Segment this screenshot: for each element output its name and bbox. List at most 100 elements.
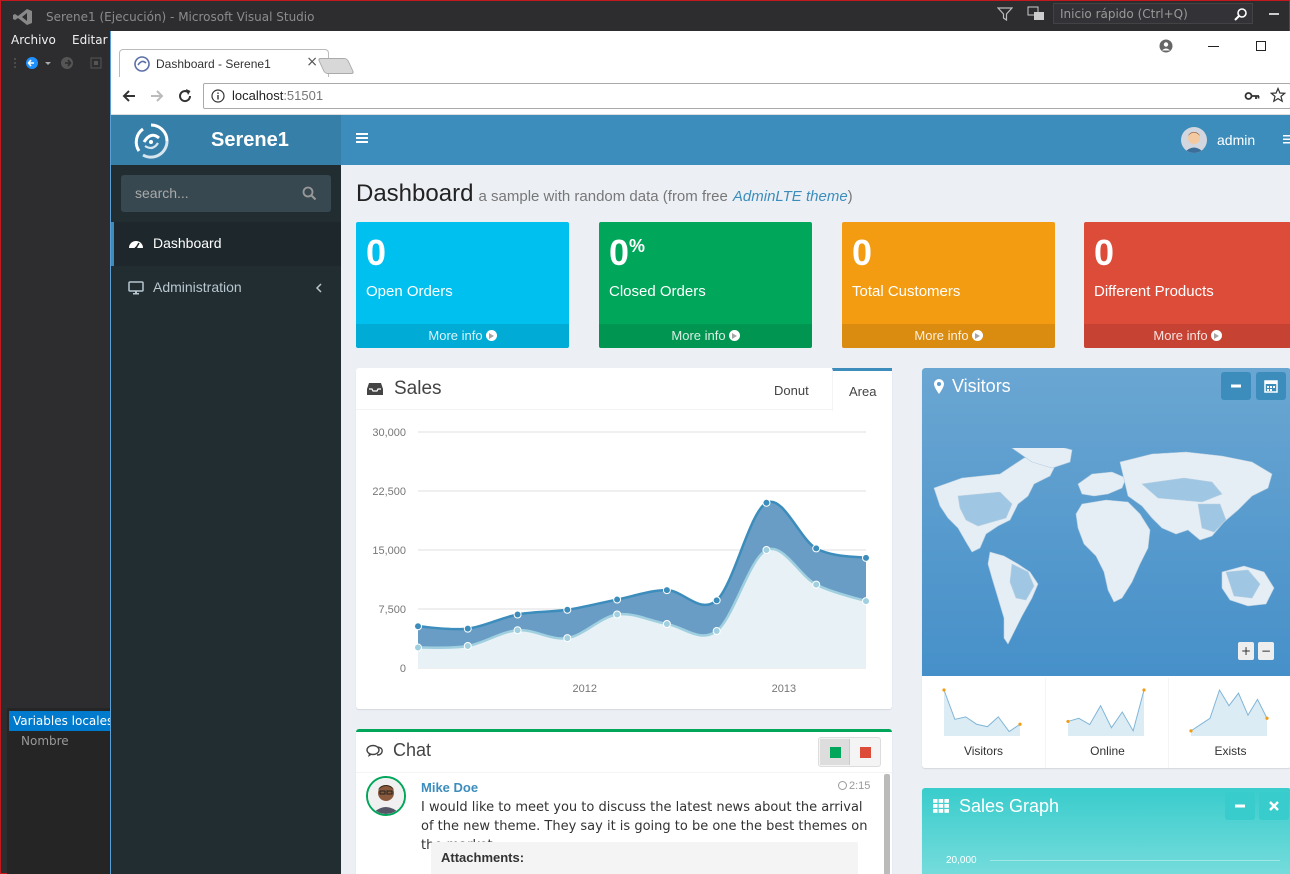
map-zoom-out-button[interactable]: −: [1258, 642, 1274, 660]
sparkline-end-point: [1018, 722, 1022, 726]
close-icon: [1269, 801, 1279, 811]
sparkline-start-point: [1066, 719, 1070, 724]
data-point: [563, 634, 572, 643]
site-info-icon[interactable]: [211, 89, 225, 103]
chat-status-toggle[interactable]: [818, 737, 881, 767]
sparkline-end-point: [1142, 688, 1146, 692]
vs-toolbar: [1, 52, 110, 74]
arrow-circle-right-icon: [728, 330, 740, 341]
page-subtitle: a sample with random data (from free: [478, 188, 728, 205]
back-arrow-icon[interactable]: [120, 87, 138, 105]
collapse-button[interactable]: [1221, 372, 1251, 400]
status-online-button[interactable]: [820, 739, 850, 765]
filter-icon[interactable]: [997, 6, 1013, 22]
chevron-down-icon[interactable]: [41, 56, 55, 70]
y-tick-label: 30,000: [372, 427, 406, 439]
app-header: Serene1 admin: [111, 115, 1290, 165]
remove-button[interactable]: [1259, 792, 1289, 820]
sidebar-item-administration[interactable]: Administration: [111, 266, 341, 310]
address-bar[interactable]: localhost:51501: [203, 83, 1290, 109]
sidebar-search-placeholder: search...: [135, 185, 189, 201]
arrow-circle-right-icon: [1210, 330, 1222, 341]
collapse-button[interactable]: [1225, 792, 1255, 820]
new-project-icon[interactable]: [89, 56, 103, 70]
stat-label: Closed Orders: [609, 283, 706, 300]
chat-scrollbar[interactable]: [884, 774, 890, 874]
visitors-box: Visitors + − Visitors Online Exists: [922, 368, 1290, 768]
sparkline-area: [944, 690, 1020, 736]
quick-launch-placeholder: Inicio rápido (Ctrl+Q): [1060, 7, 1188, 21]
profile-icon[interactable]: [1159, 39, 1173, 53]
adminlte-link[interactable]: AdminLTE theme: [733, 188, 848, 205]
bookmark-star-icon[interactable]: [1270, 87, 1286, 103]
dashboard-gauge-icon: [129, 241, 143, 250]
stat-label: Total Customers: [852, 283, 961, 300]
x-tick-label: 2013: [772, 683, 796, 695]
x-tick-label: 2012: [573, 683, 597, 695]
minus-icon: [1235, 804, 1245, 808]
navigate-back-icon[interactable]: [25, 56, 39, 70]
vs-menubar: Archivo Editar: [1, 31, 110, 51]
user-avatar-icon: [1181, 127, 1207, 153]
sales-area-chart: 0 7,500 15,000 22,500 30,000 2012 2013: [372, 427, 870, 695]
chat-author-link[interactable]: Mike Doe: [421, 780, 478, 795]
navigate-forward-icon[interactable]: [60, 56, 74, 70]
logo[interactable]: Serene1: [111, 115, 341, 165]
sidebar-item-dashboard[interactable]: Dashboard: [111, 222, 341, 266]
more-info-link[interactable]: More info: [356, 324, 569, 348]
stat-box-open-orders: 0 Open Orders More info: [356, 222, 569, 348]
vs-minimize-button[interactable]: [1269, 13, 1279, 15]
forward-arrow-icon[interactable]: [148, 87, 166, 105]
more-info-link[interactable]: More info: [599, 324, 812, 348]
clock-icon: [838, 781, 847, 790]
more-info-link[interactable]: More info: [842, 324, 1055, 348]
sidebar-search-input[interactable]: search...: [121, 175, 331, 212]
stat-box-closed-orders: 0% Closed Orders More info: [599, 222, 812, 348]
user-name[interactable]: admin: [1217, 132, 1255, 148]
key-icon[interactable]: [1244, 89, 1260, 103]
visual-studio-logo-icon: [13, 9, 32, 25]
hamburger-menu-icon[interactable]: [355, 131, 369, 145]
map-zoom-in-button[interactable]: +: [1238, 642, 1254, 660]
data-point: [463, 641, 472, 650]
data-point: [762, 498, 771, 507]
chat-box: Chat Mike Doe 2:15 I would like to meet …: [356, 729, 892, 874]
visitors-sparklines: Visitors Online Exists: [922, 678, 1290, 768]
stat-value: 0: [852, 232, 873, 273]
locals-tab[interactable]: Variables locales: [9, 711, 110, 731]
browser-tab[interactable]: Dashboard - Serene1 ×: [119, 49, 329, 77]
search-icon: [1234, 8, 1247, 21]
quick-launch-input[interactable]: Inicio rápido (Ctrl+Q): [1053, 3, 1253, 24]
browser-maximize-button[interactable]: [1256, 41, 1266, 51]
data-point: [862, 597, 870, 606]
feedback-icon[interactable]: [1027, 6, 1045, 22]
menu-archivo[interactable]: Archivo: [11, 33, 56, 47]
search-icon[interactable]: [302, 186, 317, 201]
reload-icon[interactable]: [176, 87, 194, 105]
tab-donut[interactable]: Donut: [774, 383, 809, 398]
data-point: [414, 622, 422, 631]
world-map: [933, 448, 1275, 645]
more-info-link[interactable]: More info: [1084, 324, 1290, 348]
attachments-title: Attachments:: [441, 850, 525, 865]
sparkline-chart: [1189, 688, 1269, 736]
chat-user-avatar: [366, 776, 406, 816]
arrow-circle-right-icon: [485, 330, 497, 341]
user-avatar[interactable]: [1181, 127, 1207, 153]
close-tab-icon[interactable]: ×: [306, 54, 318, 70]
chat-timestamp: 2:15: [838, 780, 870, 792]
sparkline-visitors: Visitors: [922, 678, 1045, 768]
tab-area[interactable]: Area: [832, 368, 892, 411]
data-point: [762, 546, 771, 554]
sidebar-item-label: Dashboard: [153, 235, 222, 251]
browser-minimize-button[interactable]: [1208, 46, 1219, 47]
control-sidebar-icon[interactable]: [1283, 133, 1290, 145]
menu-editar[interactable]: Editar: [72, 33, 108, 47]
date-range-button[interactable]: [1256, 372, 1286, 400]
online-square-icon: [830, 747, 841, 758]
stat-value: 0: [1094, 232, 1115, 273]
serenity-logo-icon: [134, 123, 169, 159]
status-offline-button[interactable]: [860, 747, 871, 758]
new-tab-button[interactable]: [317, 58, 355, 74]
grip-icon: [14, 58, 16, 68]
